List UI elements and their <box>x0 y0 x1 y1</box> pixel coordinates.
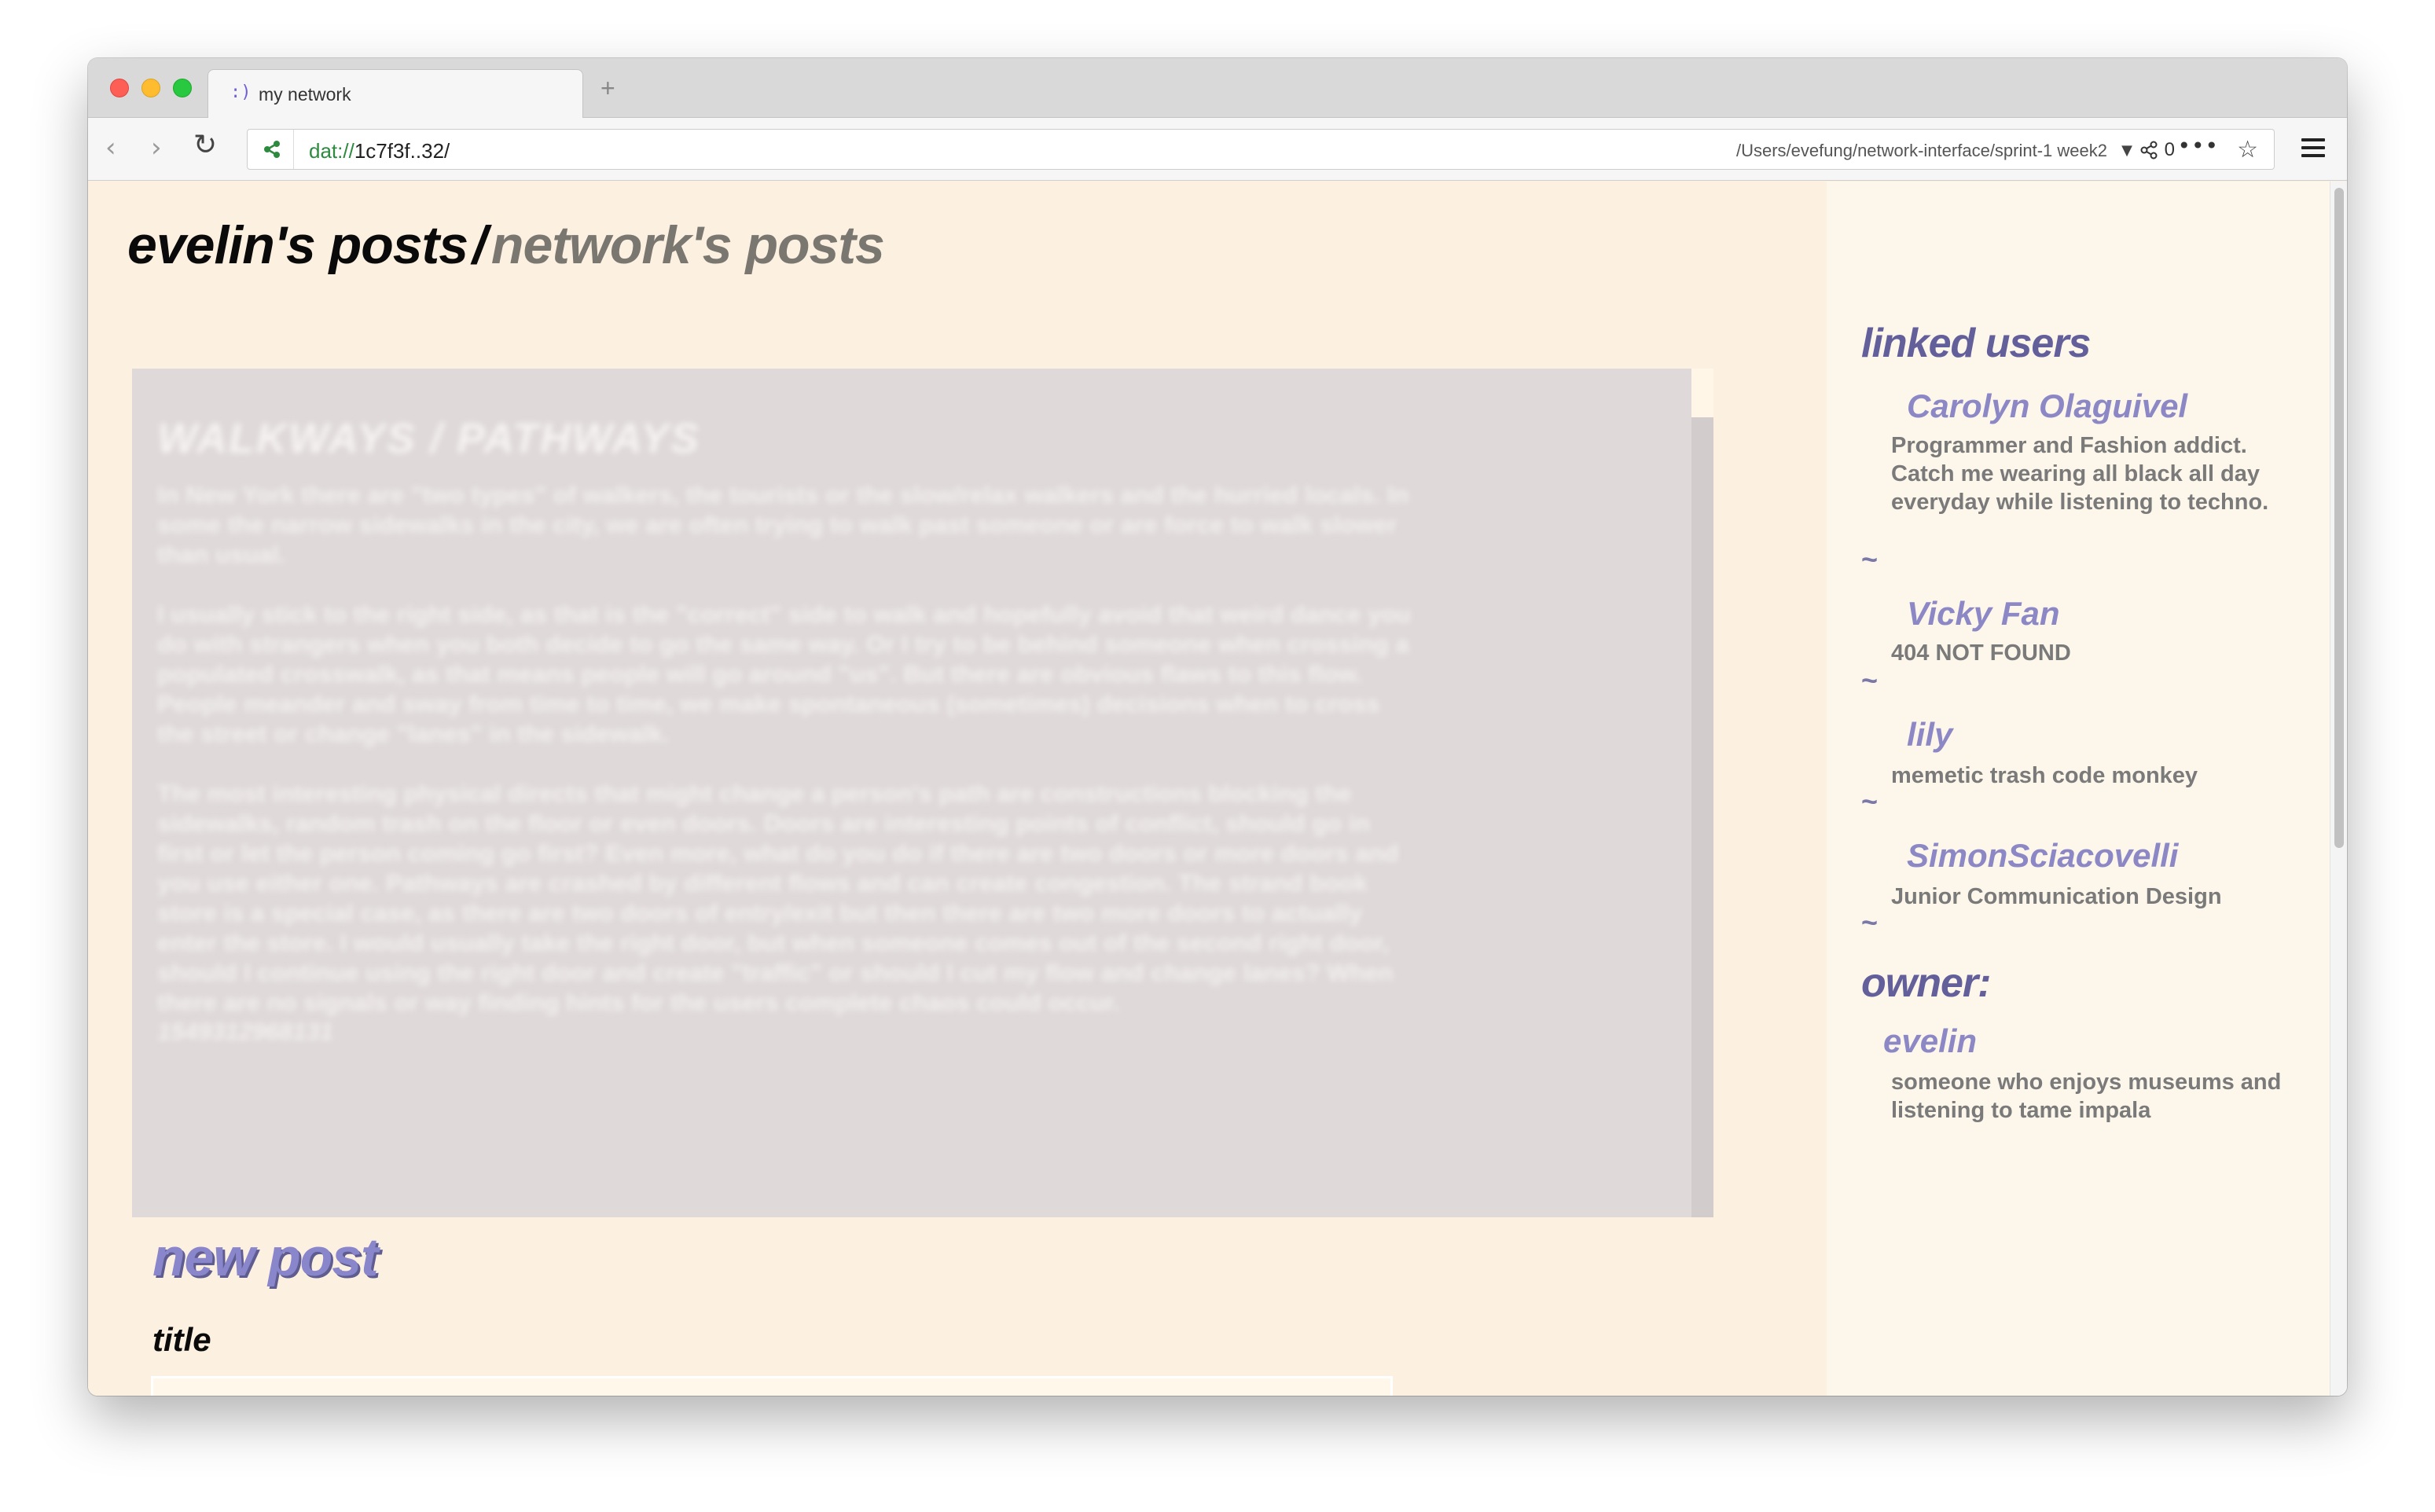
owner-name-link[interactable]: evelin <box>1883 1022 1977 1060</box>
new-post-heading: new post <box>152 1228 379 1287</box>
heading-separator: / <box>472 215 487 275</box>
user-bio: Programmer and Fashion addict. Catch me … <box>1891 433 2269 515</box>
scrollbar[interactable] <box>2330 182 2347 1396</box>
url-text[interactable]: dat://1c7f3f..32/ <box>309 139 450 163</box>
page-content: evelin's posts/network's posts WALKWAYS … <box>88 182 2347 1396</box>
minimize-window-button[interactable] <box>141 79 160 97</box>
user-separator: ~ <box>1861 785 1879 817</box>
back-icon[interactable]: ‹ <box>105 132 116 163</box>
user-name-link[interactable]: Vicky Fan <box>1907 595 2060 633</box>
tab-favicon-icon: :) <box>230 83 252 102</box>
close-window-button[interactable] <box>110 79 129 97</box>
tab-my-network[interactable]: :) my network <box>208 69 583 118</box>
scrollbar-thumb[interactable] <box>2334 188 2344 848</box>
user-name-link[interactable]: Carolyn Olaguivel <box>1907 387 2187 425</box>
user-separator: ~ <box>1861 906 1879 938</box>
title-field-label: title <box>152 1321 211 1358</box>
url-scheme: dat:// <box>309 139 354 163</box>
tab-my-posts[interactable]: evelin's posts <box>127 215 468 275</box>
user-bio: 404 NOT FOUND <box>1891 640 2071 666</box>
post-timestamp: 1549312968131 <box>157 1018 334 1045</box>
page-title: evelin's posts/network's posts <box>127 215 885 276</box>
tab-strip: :) my network + <box>88 58 2347 118</box>
linked-users-heading: linked users <box>1861 321 2091 366</box>
user-separator: ~ <box>1861 543 1879 575</box>
post-paragraph: In New York there are "two types" of wal… <box>157 481 1409 568</box>
tab-title: my network <box>259 84 351 105</box>
user-name-link[interactable]: lily <box>1907 716 1952 754</box>
user-separator: ~ <box>1861 664 1879 696</box>
post-title: WALKWAYS / PATHWAYS <box>157 415 700 462</box>
post-paragraph: The most interesting physical directs th… <box>157 780 1399 1016</box>
post-card-tab <box>1691 369 1713 417</box>
share-icon[interactable] <box>260 138 284 161</box>
local-folder-path[interactable]: /Users/evefung/network-interface/sprint-… <box>1736 141 2107 161</box>
post-paragraph: I usually stick to the right side, as th… <box>157 600 1412 747</box>
tab-network-posts[interactable]: network's posts <box>491 215 885 275</box>
star-icon[interactable]: ☆ <box>2237 136 2258 163</box>
user-bio: Junior Communication Design <box>1891 884 2222 909</box>
owner-bio: someone who enjoys museums and listening… <box>1891 1070 2282 1123</box>
browser-window: :) my network + ‹ › ↻ dat://1c7f3f..32/ … <box>88 58 2347 1396</box>
user-name-link[interactable]: SimonSciacovelli <box>1907 837 2178 875</box>
post-card: WALKWAYS / PATHWAYS In New York there ar… <box>132 369 1713 1217</box>
menu-icon[interactable] <box>2301 138 2325 159</box>
main-column: evelin's posts/network's posts WALKWAYS … <box>88 182 1827 1396</box>
toolbar: ‹ › ↻ dat://1c7f3f..32/ /Users/evefung/n… <box>88 118 2347 181</box>
zoom-window-button[interactable] <box>173 79 192 97</box>
address-bar[interactable]: dat://1c7f3f..32/ /Users/evefung/network… <box>247 129 2275 170</box>
new-tab-button[interactable]: + <box>600 74 615 103</box>
peers-icon[interactable] <box>2139 140 2159 160</box>
peer-count: 0 <box>2164 139 2175 160</box>
chevron-down-icon[interactable]: ▼ <box>2121 142 2132 159</box>
owner-heading: owner: <box>1861 960 1991 1006</box>
title-field[interactable] <box>151 1376 1393 1396</box>
reload-icon[interactable]: ↻ <box>193 129 217 161</box>
post-body: WALKWAYS / PATHWAYS In New York there ar… <box>132 369 1421 1046</box>
forward-icon[interactable]: › <box>151 132 162 163</box>
user-bio: memetic trash code monkey <box>1891 763 2198 788</box>
sidebar: linked users Carolyn Olaguivel Programme… <box>1827 182 2330 1396</box>
url-host: 1c7f3f..32/ <box>354 139 450 163</box>
more-icon[interactable]: ••• <box>2177 133 2219 159</box>
url-divider <box>293 130 294 169</box>
